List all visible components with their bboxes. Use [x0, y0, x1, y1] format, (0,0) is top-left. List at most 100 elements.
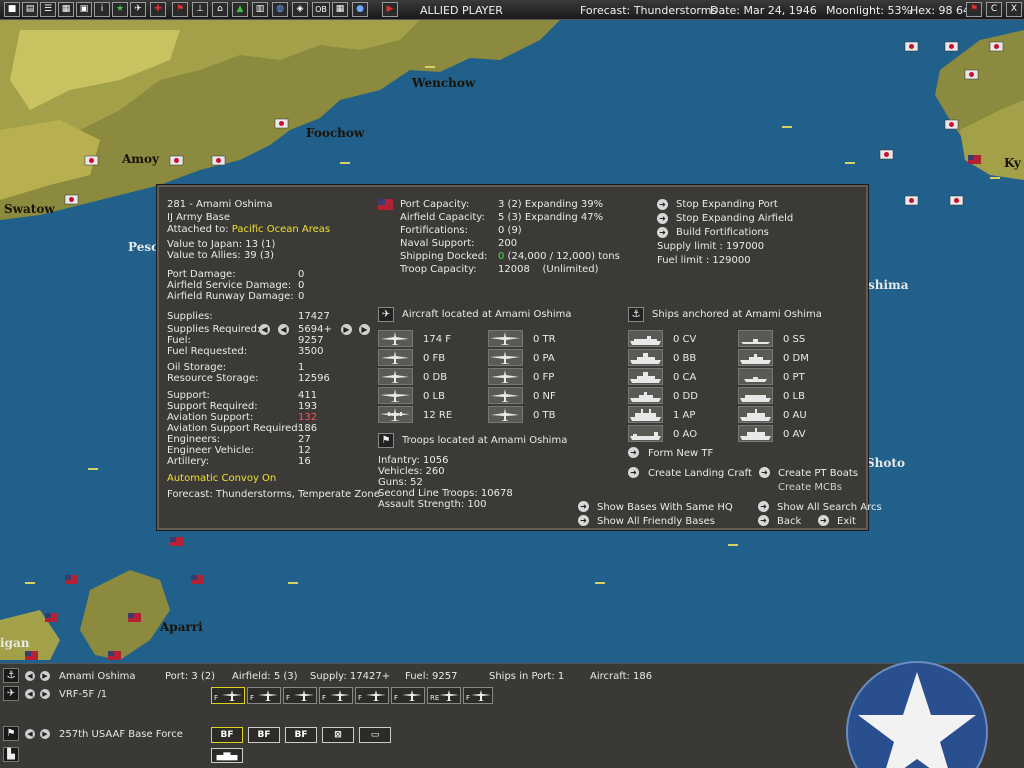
create-pt-boats-button[interactable]: Create PT Boats — [778, 468, 858, 479]
turn-icon[interactable]: ■ — [4, 2, 20, 17]
stop-expanding-port-button[interactable]: Stop Expanding Port — [676, 199, 778, 210]
search-arcs-arrow-icon[interactable]: ➜ — [758, 501, 769, 512]
ship-type-av-icon[interactable] — [738, 425, 773, 442]
ship-type-ca-icon[interactable] — [628, 368, 663, 385]
form-new-tf-button[interactable]: Form New TF — [648, 448, 713, 459]
stop-port-arrow-icon[interactable]: ➜ — [657, 199, 668, 210]
back-button[interactable]: Back — [777, 516, 801, 527]
aircraft-type-tr-icon[interactable] — [488, 330, 523, 347]
attached-hq-link[interactable]: Pacific Ocean Areas — [232, 224, 330, 235]
build-fortifications-button[interactable]: Build Fortifications — [676, 227, 769, 238]
flag-icon[interactable]: ⚑ — [172, 2, 188, 17]
pt-boats-arrow-icon[interactable]: ➜ — [759, 467, 770, 478]
map-icon[interactable]: ▦ — [58, 2, 74, 17]
next-air-group-button[interactable]: ▶ — [40, 689, 50, 699]
report-grid-icon[interactable]: ▣ — [76, 2, 92, 17]
air-slot-3[interactable]: F — [283, 687, 317, 704]
prev-air-group-button[interactable]: ◀ — [25, 689, 35, 699]
close-icon[interactable]: X — [1006, 2, 1022, 17]
star-icon[interactable]: ★ — [112, 2, 128, 17]
prev-ground-unit-button[interactable]: ◀ — [25, 729, 35, 739]
flag-toggle-icon[interactable]: ⚑ — [966, 2, 982, 17]
show-bases-same-hq-button[interactable]: Show Bases With Same HQ — [597, 502, 733, 513]
supplies-decrease-fast-button[interactable]: ◀ — [259, 324, 270, 335]
list-icon[interactable]: ☰ — [40, 2, 56, 17]
air-slot-1[interactable]: F — [211, 687, 245, 704]
report-icon[interactable]: ▦ — [332, 2, 348, 17]
info-icon[interactable]: i — [94, 2, 110, 17]
air-group-icon[interactable]: ✈ — [3, 686, 19, 701]
ship-type-dm-icon[interactable] — [738, 349, 773, 366]
aircraft-type-lb-icon[interactable] — [378, 387, 413, 404]
friendly-bases-arrow-icon[interactable]: ➜ — [578, 515, 589, 526]
air-slot-7[interactable]: RE — [427, 687, 461, 704]
aircraft-type-fp-icon[interactable] — [488, 368, 523, 385]
ground-slot-1[interactable]: BF — [211, 727, 243, 743]
same-hq-arrow-icon[interactable]: ➜ — [578, 501, 589, 512]
anchor-icon[interactable]: ⚓ — [3, 668, 19, 683]
chat-icon[interactable]: ● — [352, 2, 368, 17]
ship-type-au-icon[interactable] — [738, 406, 773, 423]
create-mcbs-button[interactable]: Create MCBs — [778, 482, 842, 493]
base-list-icon[interactable]: ▥ — [252, 2, 268, 17]
next-ground-unit-button[interactable]: ▶ — [40, 729, 50, 739]
end-turn-icon[interactable]: ▶ — [382, 2, 398, 17]
air-slot-6[interactable]: F — [391, 687, 425, 704]
ground-unit-flag-icon[interactable]: ⚑ — [3, 726, 19, 741]
c-button[interactable]: C — [986, 2, 1002, 17]
ship-icon[interactable]: ✚ — [150, 2, 166, 17]
create-landing-craft-button[interactable]: Create Landing Craft — [648, 468, 752, 479]
aircraft-type-f-icon[interactable] — [378, 330, 413, 347]
air-slot-2[interactable]: F — [247, 687, 281, 704]
show-all-search-arcs-button[interactable]: Show All Search Arcs — [777, 502, 882, 513]
shield-icon[interactable]: ◈ — [292, 2, 308, 17]
ship-type-ss-icon[interactable] — [738, 330, 773, 347]
aircraft-type-re-icon[interactable] — [378, 406, 413, 423]
selected-base-name[interactable]: Amami Oshima — [59, 671, 135, 682]
exit-button[interactable]: Exit — [837, 516, 856, 527]
base-icon[interactable]: ⌂ — [212, 2, 228, 17]
ship-type-lb-icon[interactable] — [738, 387, 773, 404]
globe-icon[interactable]: ◍ — [272, 2, 288, 17]
back-arrow-icon[interactable]: ➜ — [758, 515, 769, 526]
city-icon[interactable]: ▙ — [3, 747, 19, 762]
air-slot-4[interactable]: F — [319, 687, 353, 704]
ob-icon[interactable]: OB — [312, 2, 330, 17]
supplies-decrease-button[interactable]: ◀ — [278, 324, 289, 335]
ship-type-pt-icon[interactable] — [738, 368, 773, 385]
sub-icon[interactable]: ⊥ — [192, 2, 208, 17]
ground-slot-3[interactable]: BF — [285, 727, 317, 743]
selected-air-group[interactable]: VRF-5F /1 — [59, 689, 107, 700]
aircraft-type-pa-icon[interactable] — [488, 349, 523, 366]
air-slot-8[interactable]: F — [463, 687, 493, 704]
terrain-icon[interactable]: ▲ — [232, 2, 248, 17]
aircraft-type-nf-icon[interactable] — [488, 387, 523, 404]
supplies-increase-fast-button[interactable]: ▶ — [359, 324, 370, 335]
selected-ground-unit[interactable]: 257th USAAF Base Force — [59, 729, 183, 740]
supplies-increase-button[interactable]: ▶ — [341, 324, 352, 335]
landing-craft-arrow-icon[interactable]: ➜ — [628, 467, 639, 478]
ground-slot-2[interactable]: BF — [248, 727, 280, 743]
ship-type-dd-icon[interactable] — [628, 387, 663, 404]
aircraft-type-fb-icon[interactable] — [378, 349, 413, 366]
air-slot-5[interactable]: F — [355, 687, 389, 704]
ship-type-ao-icon[interactable] — [628, 425, 663, 442]
exit-arrow-icon[interactable]: ➜ — [818, 515, 829, 526]
ground-slot-combat-icon[interactable]: ⊠ — [322, 727, 354, 743]
plane-icon[interactable]: ✈ — [130, 2, 146, 17]
show-all-friendly-bases-button[interactable]: Show All Friendly Bases — [597, 516, 715, 527]
base-buildings-icon[interactable]: ▄▆▄ — [211, 748, 243, 763]
form-tf-arrow-icon[interactable]: ➜ — [628, 447, 639, 458]
doc-icon[interactable]: ▤ — [22, 2, 38, 17]
ground-slot-vehicle-icon[interactable]: ▭ — [359, 727, 391, 743]
automatic-convoy-toggle[interactable]: Automatic Convoy On — [167, 473, 276, 484]
aircraft-type-db-icon[interactable] — [378, 368, 413, 385]
build-fort-arrow-icon[interactable]: ➜ — [657, 227, 668, 238]
stop-expanding-airfield-button[interactable]: Stop Expanding Airfield — [676, 213, 793, 224]
prev-base-button[interactable]: ◀ — [25, 671, 35, 681]
stop-airfield-arrow-icon[interactable]: ➜ — [657, 213, 668, 224]
aircraft-type-tb-icon[interactable] — [488, 406, 523, 423]
ship-type-bb-icon[interactable] — [628, 349, 663, 366]
next-base-button[interactable]: ▶ — [40, 671, 50, 681]
ship-type-ap-icon[interactable] — [628, 406, 663, 423]
